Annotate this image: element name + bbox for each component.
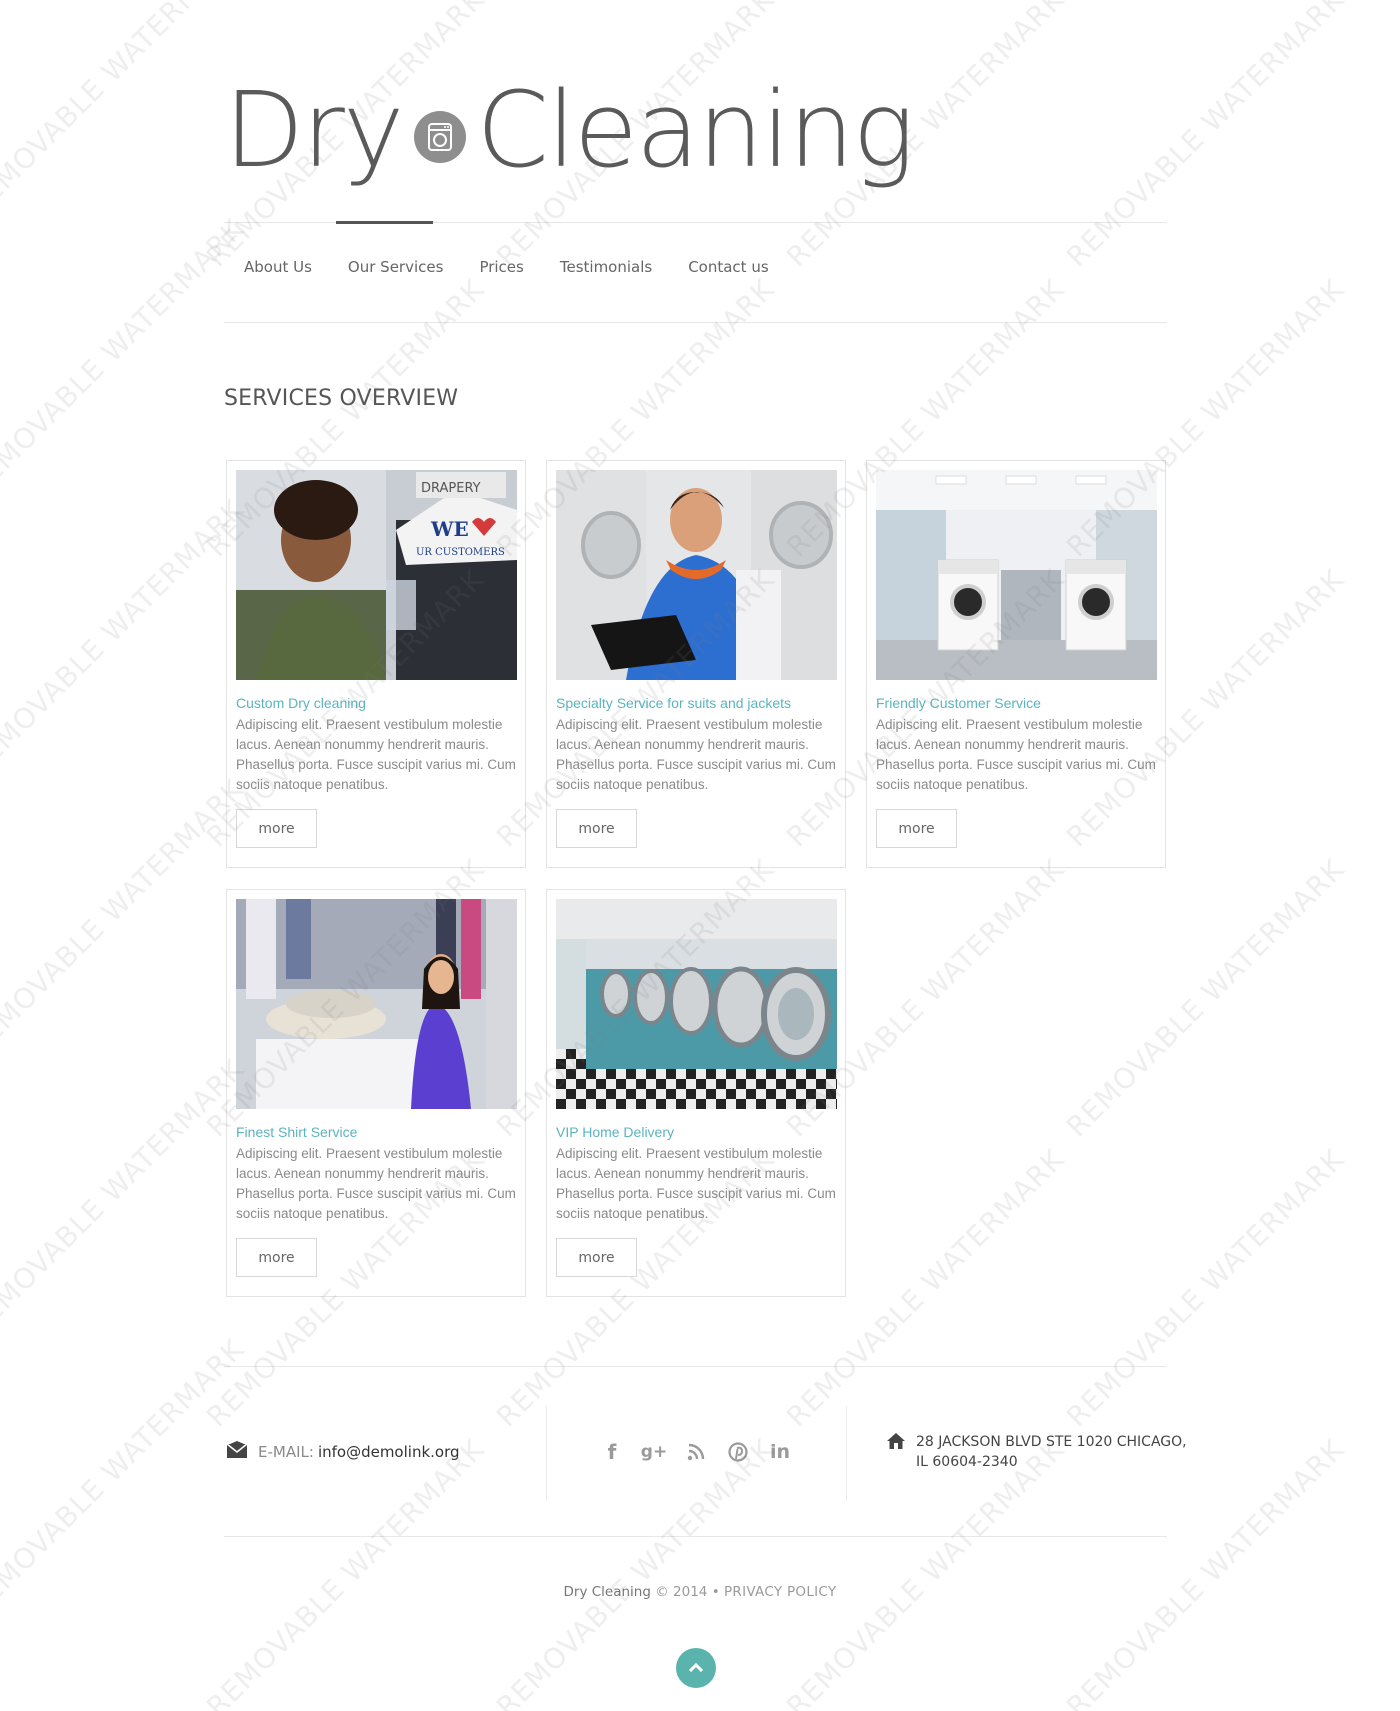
watermark-text: REMOVABLE WATERMARK xyxy=(0,212,251,504)
service-title[interactable]: VIP Home Delivery xyxy=(556,1124,674,1140)
service-description: Adipiscing elit. Praesent vestibulum mol… xyxy=(236,1146,516,1221)
washing-machines-row-photo[interactable] xyxy=(556,899,837,1109)
more-button[interactable]: more xyxy=(876,809,957,848)
laundry-attendant-clipboard-photo[interactable] xyxy=(556,470,837,680)
watermark-text: REMOVABLE WATERMARK xyxy=(0,492,251,784)
more-button[interactable]: more xyxy=(236,1238,317,1277)
watermark-text: REMOVABLE WATERMARK xyxy=(1060,1142,1351,1434)
nav-item-testimonials[interactable]: Testimonials xyxy=(540,258,668,276)
watermark-text: REMOVABLE WATERMARK xyxy=(1060,0,1351,274)
service-card: VIP Home Delivery Adipiscing elit. Praes… xyxy=(546,889,846,1297)
more-button[interactable]: more xyxy=(556,809,637,848)
address-line-2: IL 60604-2340 xyxy=(916,1454,1018,1470)
footer-email: E-MAIL: info@demolink.org xyxy=(226,1441,460,1463)
footer-separator xyxy=(546,1406,547,1501)
watermark-text: REMOVABLE WATERMARK xyxy=(1060,852,1351,1144)
email-label: E-MAIL: xyxy=(258,1443,314,1461)
facebook-icon[interactable]: f xyxy=(600,1440,624,1464)
watermark-text: REMOVABLE WATERMARK xyxy=(1060,1432,1351,1711)
nav-active-indicator xyxy=(336,221,433,224)
service-card: Friendly Customer Service Adipiscing eli… xyxy=(866,460,1166,868)
service-card: Finest Shirt Service Adipiscing elit. Pr… xyxy=(226,889,526,1297)
hanging-garments-man-photo[interactable]: WE UR CUSTOMERS DRAPERY xyxy=(236,470,517,680)
woman-shirt-counter-photo[interactable] xyxy=(236,899,517,1109)
service-title[interactable]: Custom Dry cleaning xyxy=(236,695,366,711)
scroll-to-top-button[interactable] xyxy=(676,1648,716,1688)
home-icon xyxy=(886,1432,906,1472)
rss-icon[interactable] xyxy=(684,1440,708,1464)
logo-word-dry: Dry xyxy=(224,69,404,191)
watermark-text: REMOVABLE WATERMARK xyxy=(200,1432,491,1711)
footer-separator xyxy=(846,1406,847,1501)
service-description: Adipiscing elit. Praesent vestibulum mol… xyxy=(236,717,516,792)
svg-text:WE: WE xyxy=(430,517,469,541)
service-title[interactable]: Specialty Service for suits and jackets xyxy=(556,695,791,711)
linkedin-icon[interactable]: in xyxy=(768,1440,792,1464)
copyright: Dry Cleaning © 2014 • PRIVACY POLICY xyxy=(0,1584,1400,1600)
nav-divider-bottom xyxy=(224,322,1167,323)
service-description: Adipiscing elit. Praesent vestibulum mol… xyxy=(556,1146,836,1221)
more-button[interactable]: more xyxy=(556,1238,637,1277)
washing-machine-icon xyxy=(414,111,467,163)
section-title: SERVICES OVERVIEW xyxy=(224,386,459,411)
service-card: WE UR CUSTOMERS DRAPERY Custom Dry clean… xyxy=(226,460,526,868)
google-plus-icon[interactable]: g+ xyxy=(641,1440,667,1464)
nav-item-about-us[interactable]: About Us xyxy=(224,258,328,276)
site-logo[interactable]: Dry Cleaning xyxy=(224,69,915,191)
privacy-policy-link[interactable]: PRIVACY POLICY xyxy=(724,1584,837,1600)
address-line-1: 28 JACKSON BLVD STE 1020 CHICAGO, xyxy=(916,1434,1187,1450)
pinterest-icon[interactable] xyxy=(726,1440,750,1464)
more-button[interactable]: more xyxy=(236,809,317,848)
footer-divider-top xyxy=(224,1366,1167,1367)
service-title[interactable]: Friendly Customer Service xyxy=(876,695,1041,711)
chevron-up-icon xyxy=(688,1659,704,1677)
watermark-text: REMOVABLE WATERMARK xyxy=(780,1432,1071,1711)
watermark-text: REMOVABLE WATERMARK xyxy=(490,1432,781,1711)
logo-word-cleaning: Cleaning xyxy=(476,69,914,191)
nav-item-prices[interactable]: Prices xyxy=(459,258,539,276)
watermark-text: REMOVABLE WATERMARK xyxy=(0,772,251,1064)
social-links: f g+ in xyxy=(600,1440,792,1464)
laundromat-interior-photo[interactable] xyxy=(876,470,1157,680)
email-link[interactable]: info@demolink.org xyxy=(318,1443,460,1461)
nav-item-our-services[interactable]: Our Services xyxy=(328,258,460,276)
copyright-year: © 2014 xyxy=(655,1584,708,1600)
service-description: Adipiscing elit. Praesent vestibulum mol… xyxy=(876,717,1156,792)
watermark-text: REMOVABLE WATERMARK xyxy=(0,1052,251,1344)
service-card: Specialty Service for suits and jackets … xyxy=(546,460,846,868)
copyright-bullet: • xyxy=(711,1584,720,1600)
envelope-icon xyxy=(226,1441,248,1463)
service-description: Adipiscing elit. Praesent vestibulum mol… xyxy=(556,717,836,792)
svg-text:DRAPERY: DRAPERY xyxy=(421,481,481,496)
footer-address: 28 JACKSON BLVD STE 1020 CHICAGO, IL 606… xyxy=(886,1432,1187,1472)
watermark-text: REMOVABLE WATERMARK xyxy=(0,0,251,224)
nav-item-contact-us[interactable]: Contact us xyxy=(668,258,784,276)
footer-divider-bottom xyxy=(224,1536,1167,1537)
service-title[interactable]: Finest Shirt Service xyxy=(236,1124,357,1140)
svg-text:UR CUSTOMERS: UR CUSTOMERS xyxy=(416,547,505,558)
main-nav: About Us Our Services Prices Testimonial… xyxy=(224,258,785,276)
watermark-text: REMOVABLE WATERMARK xyxy=(0,1332,251,1624)
copyright-brand: Dry Cleaning xyxy=(563,1584,651,1600)
